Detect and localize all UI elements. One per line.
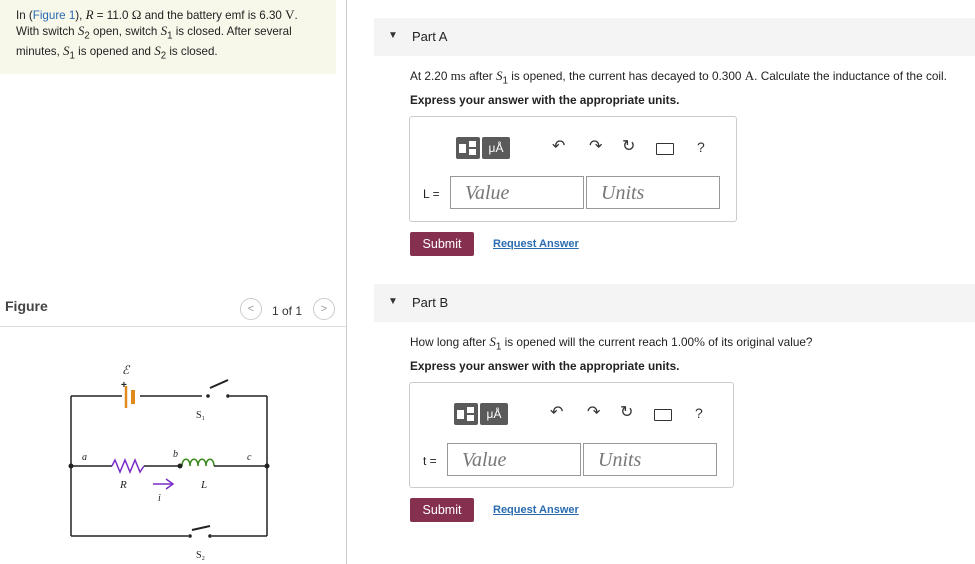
switch-s1-label: S₁	[196, 410, 205, 421]
units-input[interactable]: Units	[586, 176, 720, 209]
part-b-instruction: Express your answer with the appropriate…	[410, 359, 680, 373]
node-a-label: a	[82, 452, 87, 463]
part-a-question: At 2.20 ms after S1 is opened, the curre…	[410, 68, 947, 87]
units-symbol-button[interactable]: μÅ	[482, 137, 510, 159]
node-b-label: b	[173, 449, 178, 460]
part-a-request-answer-link[interactable]: Request Answer	[493, 238, 579, 250]
chevron-right-icon: >	[320, 303, 328, 315]
value-input[interactable]: Value	[450, 176, 584, 209]
chevron-left-icon: <	[247, 303, 255, 315]
collapse-triangle-icon[interactable]: ▼	[388, 30, 398, 41]
keyboard-icon[interactable]	[656, 143, 674, 155]
undo-icon[interactable]: ↶	[550, 402, 563, 422]
part-b-title: Part B	[412, 295, 449, 310]
node-a	[68, 463, 74, 469]
variable-label-L: L =	[423, 187, 440, 201]
problem-line-3: minutes, S1 is opened and S2 is closed.	[16, 43, 218, 62]
part-b-question: How long after S1 is opened will the cur…	[410, 334, 813, 353]
part-b-header[interactable]: ▼ Part B	[374, 284, 975, 322]
figure-title: Figure	[5, 298, 48, 314]
template-icon	[457, 407, 474, 421]
problem-line-2: With switch S2 open, switch S1 is closed…	[16, 23, 292, 42]
resistor	[111, 458, 145, 474]
column-divider	[346, 0, 347, 564]
templates-button[interactable]	[454, 403, 478, 425]
units-input[interactable]: Units	[583, 443, 717, 476]
undo-icon[interactable]: ↶	[552, 136, 565, 156]
node-b	[177, 463, 183, 469]
part-a-instruction: Express your answer with the appropriate…	[410, 93, 680, 107]
problem-line-1: In (Figure 1), R = 11.0 Ω and the batter…	[16, 7, 298, 22]
units-symbol-button[interactable]: μÅ	[480, 403, 508, 425]
switch-s1-blade	[209, 379, 229, 389]
current-label: i	[158, 493, 161, 504]
keyboard-icon[interactable]	[654, 409, 672, 421]
templates-button[interactable]	[456, 137, 480, 159]
part-b-submit-button[interactable]: Submit	[410, 498, 474, 522]
part-b-request-answer-link[interactable]: Request Answer	[493, 504, 579, 516]
part-a-answer-box: μÅ ↶ ↷ ↻ ? L = Value Units	[409, 116, 737, 222]
template-icon	[459, 141, 476, 155]
redo-icon[interactable]: ↷	[587, 402, 600, 422]
part-a-submit-button[interactable]: Submit	[410, 232, 474, 256]
next-figure-button[interactable]: >	[313, 298, 335, 320]
help-icon[interactable]: ?	[697, 139, 705, 155]
redo-icon[interactable]: ↷	[589, 136, 602, 156]
inductor-label: L	[200, 479, 207, 491]
part-b-answer-box: μÅ ↶ ↷ ↻ ? t = Value Units	[409, 382, 734, 488]
node-c-label: c	[247, 452, 252, 463]
figure-pager-text: 1 of 1	[272, 304, 303, 318]
help-icon[interactable]: ?	[695, 405, 703, 421]
figure-link[interactable]: Figure 1	[33, 9, 76, 22]
circuit-diagram: + ℰ S₁ a b c R L i S₂	[68, 363, 270, 561]
switch-s2-blade	[191, 525, 211, 531]
previous-figure-button[interactable]: <	[240, 298, 262, 320]
value-input[interactable]: Value	[447, 443, 581, 476]
collapse-triangle-icon[interactable]: ▼	[388, 296, 398, 307]
figure-rule	[0, 326, 346, 327]
emf-label: ℰ	[122, 363, 131, 377]
part-a-title: Part A	[412, 29, 448, 44]
node-c	[264, 463, 270, 469]
battery-plus-label: +	[121, 380, 127, 391]
switch-s2-label: S₂	[196, 550, 205, 561]
switch-s1-pivot	[206, 394, 210, 398]
part-a-header[interactable]: ▼ Part A	[374, 18, 975, 56]
variable-label-t: t =	[423, 454, 437, 468]
reset-icon[interactable]: ↻	[622, 136, 635, 156]
resistor-label: R	[119, 479, 127, 491]
inductor	[181, 458, 215, 467]
problem-statement: In (Figure 1), R = 11.0 Ω and the batter…	[0, 0, 336, 74]
reset-icon[interactable]: ↻	[620, 402, 633, 422]
